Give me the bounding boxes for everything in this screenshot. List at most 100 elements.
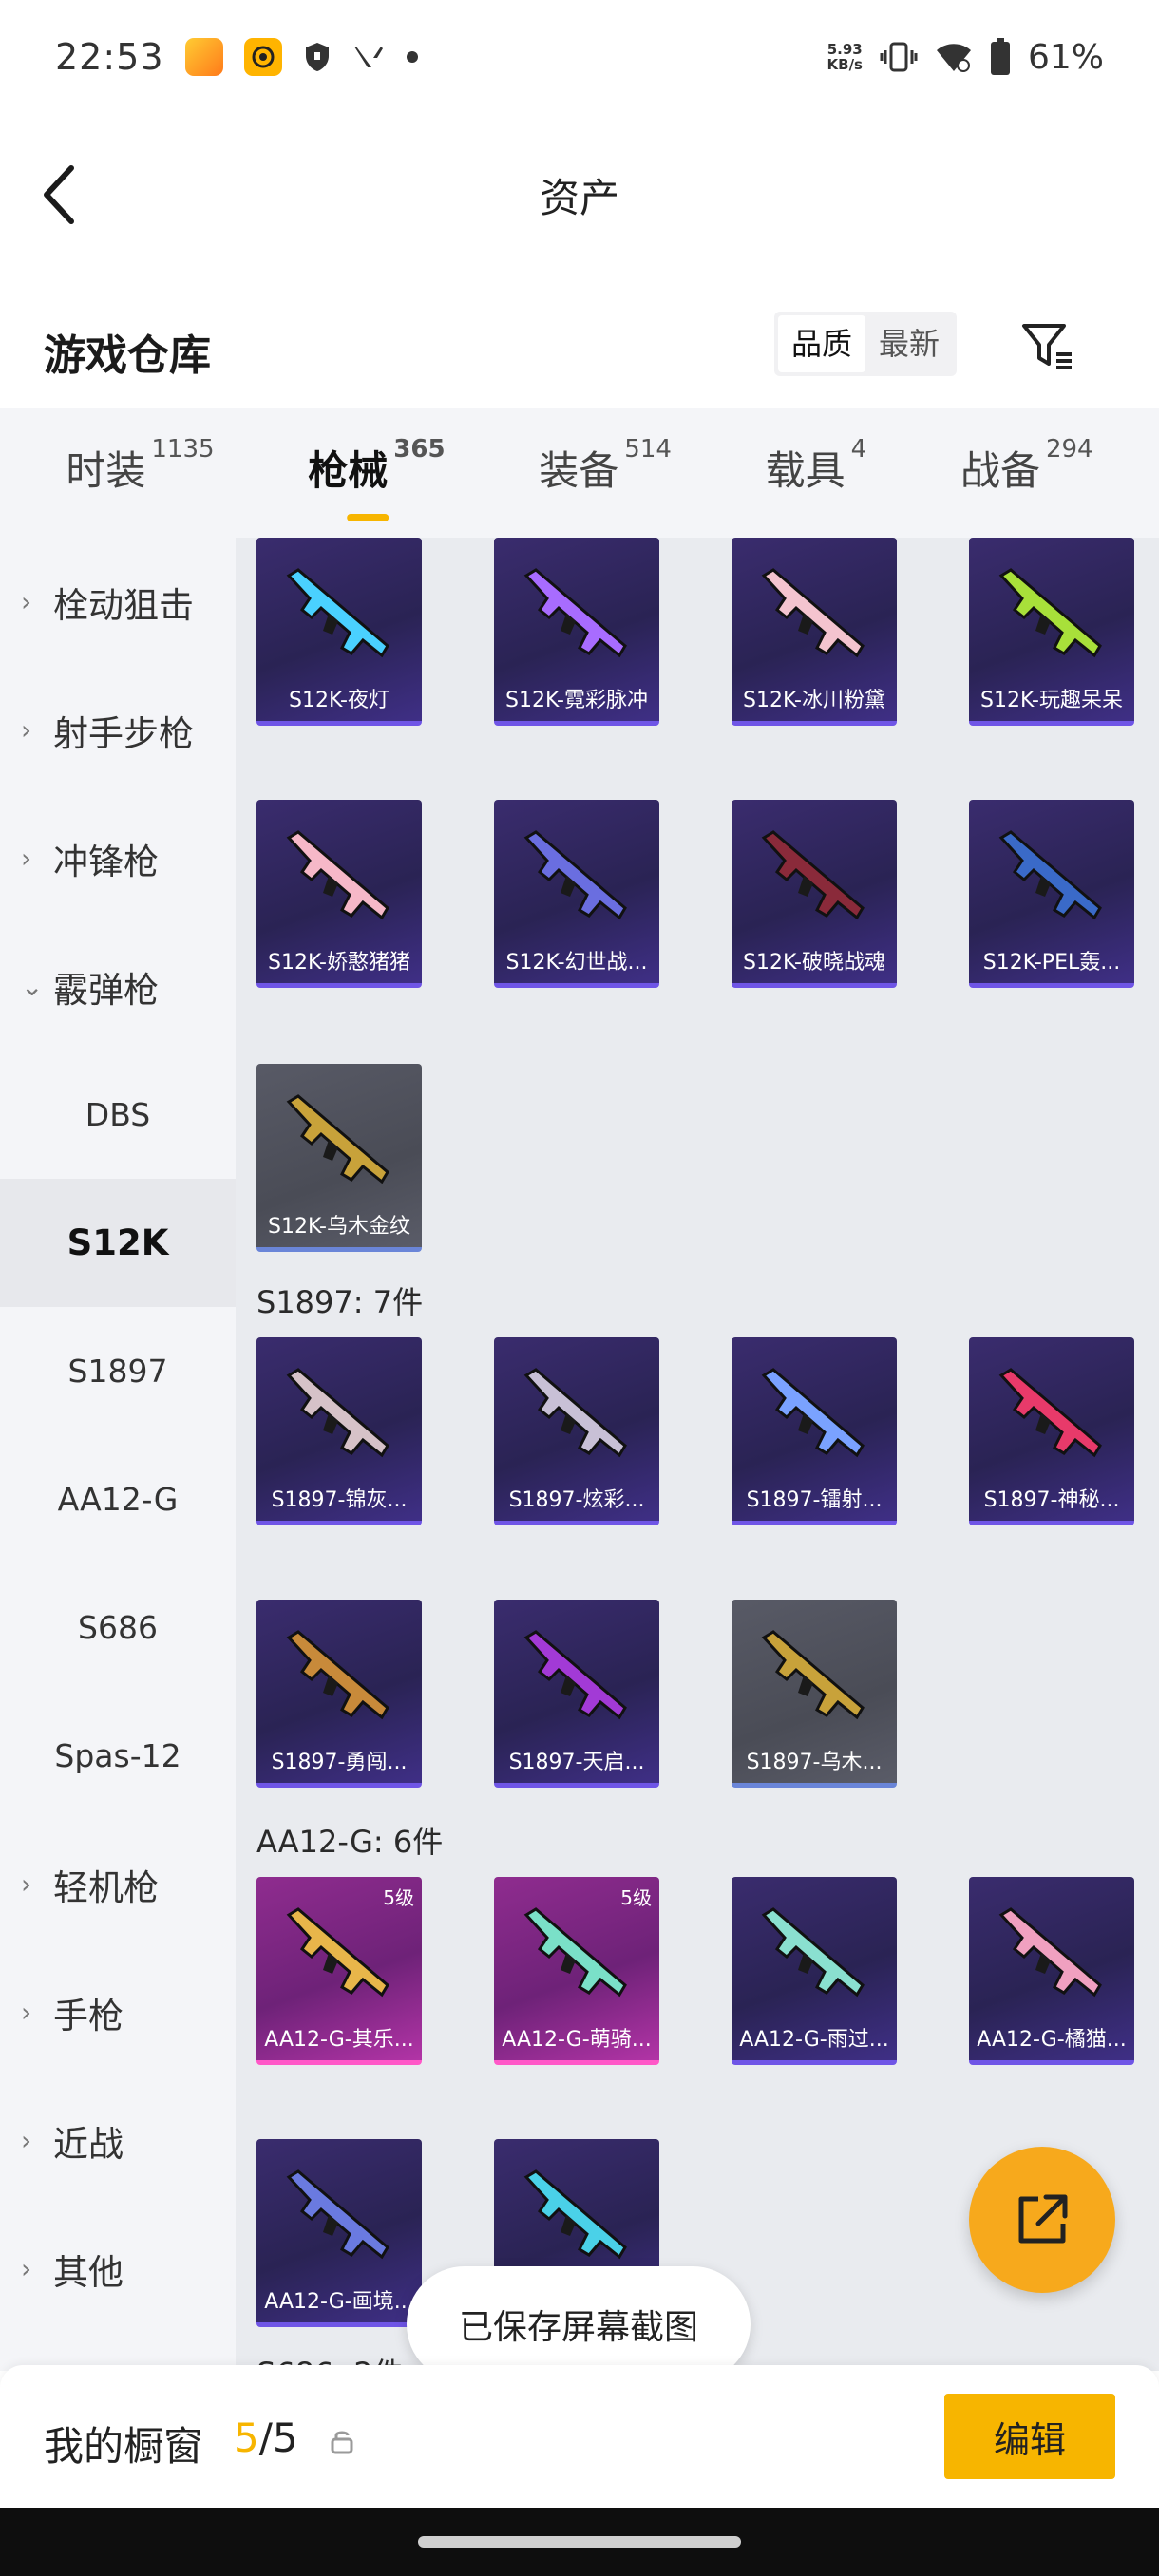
sidebar-item-shotgun[interactable]: ⌄ 霰弹枪 <box>0 922 236 1051</box>
item-card-name: S12K-乌木金纹 <box>267 1215 410 1239</box>
section-title-s1897: S1897: 7件 <box>256 1284 424 1320</box>
filter-button[interactable] <box>1015 313 1081 380</box>
weapon-skin-icon <box>998 830 1102 920</box>
sidebar-item-label: 霰弹枪 <box>53 969 159 1011</box>
chevron-right-icon: › <box>21 586 32 617</box>
item-card[interactable]: S1897-锦灰... <box>256 1337 422 1525</box>
item-card[interactable]: AA12-G-橘猫... <box>969 1877 1134 2065</box>
home-gesture-handle[interactable] <box>418 2536 741 2548</box>
item-card[interactable]: S12K-PEL轰... <box>969 800 1134 988</box>
sidebar-item-spas12[interactable]: Spas-12 <box>0 1692 236 1820</box>
vibrate-icon <box>880 42 918 72</box>
item-card[interactable]: S12K-乌木金纹 <box>256 1064 422 1252</box>
item-card-name: S12K-玩趣呆呆 <box>979 689 1123 712</box>
weapon-skin-icon <box>523 2169 627 2260</box>
tab-fashion[interactable]: 时装 1135 <box>66 435 214 508</box>
item-card[interactable]: S12K-夜灯 <box>256 538 422 726</box>
item-card[interactable]: S1897-勇闯... <box>256 1600 422 1788</box>
chevron-down-icon: ⌄ <box>21 971 44 1002</box>
item-card[interactable]: S12K-冰川粉黛 <box>732 538 897 726</box>
category-tabs: 时装 1135 枪械 365 装备 514 载具 4 战备 294 <box>0 408 1159 538</box>
chevron-right-icon: › <box>21 714 32 746</box>
weapon-skin-icon <box>998 1368 1102 1458</box>
showcase-bar: 我的橱窗 5/5 编辑 <box>0 2365 1159 2508</box>
item-card-name: S12K-夜灯 <box>288 689 390 712</box>
item-card[interactable]: S12K-幻世战... <box>494 800 659 988</box>
sidebar-item-dbs[interactable]: DBS <box>0 1051 236 1179</box>
item-card-name: AA12-G-其乐... <box>264 2028 414 2052</box>
sidebar-item-pistol[interactable]: › 手枪 <box>0 1948 236 2076</box>
item-card[interactable]: S12K-破晓战魂 <box>732 800 897 988</box>
weapon-skin-icon <box>286 830 390 920</box>
weapon-skin-icon <box>761 1368 864 1458</box>
sidebar-item-smg[interactable]: › 冲锋枪 <box>0 794 236 922</box>
item-card[interactable]: S12K-娇憨猪猪 <box>256 800 422 988</box>
warehouse-header: 游戏仓库 品质 最新 <box>0 285 1159 408</box>
item-card[interactable]: 5级 AA12-G-萌骑... <box>494 1877 659 2065</box>
chevron-right-icon: › <box>21 1997 32 2028</box>
item-card-name: S12K-霓彩脉冲 <box>504 689 648 712</box>
showcase-label: 我的橱窗 <box>44 2423 204 2470</box>
net-speed-unit: KB/s <box>826 56 863 73</box>
item-card[interactable]: S12K-霓彩脉冲 <box>494 538 659 726</box>
weapon-skin-icon <box>286 1630 390 1720</box>
weapon-skin-icon <box>998 1907 1102 1998</box>
item-card[interactable]: S12K-玩趣呆呆 <box>969 538 1134 726</box>
item-card[interactable]: S1897-炫彩... <box>494 1337 659 1525</box>
weapon-skin-icon <box>523 1907 627 1998</box>
sidebar-item-bolt-sniper[interactable]: › 栓动狙击 <box>0 538 236 666</box>
edit-button[interactable]: 编辑 <box>944 2394 1115 2479</box>
back-button[interactable] <box>36 161 84 228</box>
level-badge: 5级 <box>620 1886 652 1909</box>
item-card-name: AA12-G-雨过... <box>739 2028 889 2052</box>
share-button[interactable] <box>969 2147 1115 2293</box>
sidebar-item-lmg[interactable]: › 轻机枪 <box>0 1820 236 1948</box>
chevron-right-icon: › <box>21 843 32 874</box>
showcase-count: 5/5 <box>234 2415 298 2461</box>
sidebar-item-s686[interactable]: S686 <box>0 1563 236 1692</box>
sidebar-item-s1897[interactable]: S1897 <box>0 1307 236 1435</box>
item-card-name: S12K-冰川粉黛 <box>742 689 885 712</box>
sort-option-quality[interactable]: 品质 <box>778 315 866 372</box>
item-card-name: AA12-G-橘猫... <box>977 2028 1127 2052</box>
chevron-left-icon <box>44 165 74 224</box>
item-card-name: S12K-破晓战魂 <box>742 951 885 975</box>
page-header: 资产 <box>0 114 1159 275</box>
weapon-skin-icon <box>523 568 627 658</box>
item-card[interactable]: S1897-镭射... <box>732 1337 897 1525</box>
sort-option-latest[interactable]: 最新 <box>865 315 953 372</box>
item-card[interactable]: AA12-G-雨过... <box>732 1877 897 2065</box>
sidebar-item-melee[interactable]: › 近战 <box>0 2076 236 2205</box>
tab-gear[interactable]: 战备 294 <box>960 435 1093 508</box>
sidebar-item-marksman-rifle[interactable]: › 射手步枪 <box>0 666 236 794</box>
tab-vehicles[interactable]: 载具 4 <box>766 435 867 508</box>
wifi-icon <box>936 44 971 72</box>
item-card[interactable]: S1897-神秘... <box>969 1337 1134 1525</box>
sidebar-item-other[interactable]: › 其他 <box>0 2205 236 2333</box>
showcase-current: 5 <box>234 2415 259 2461</box>
item-card-name: S12K-娇憨猪猪 <box>267 951 410 975</box>
weapon-skin-icon <box>523 1630 627 1720</box>
sports-app-icon <box>243 38 282 76</box>
lock-icon <box>331 2431 353 2454</box>
status-time: 22:53 <box>55 36 164 78</box>
item-card-name: S1897-天启... <box>508 1751 645 1774</box>
item-card[interactable]: AA12-G-画境... <box>256 2139 422 2327</box>
chevron-right-icon: › <box>21 1868 32 1900</box>
item-card-name: AA12-G-萌骑... <box>502 2028 652 2052</box>
item-card-name: S1897-勇闯... <box>271 1751 408 1774</box>
tab-equipment[interactable]: 装备 514 <box>539 435 672 508</box>
tab-count: 365 <box>393 434 446 464</box>
sidebar-item-s12k[interactable]: S12K <box>0 1179 236 1307</box>
sidebar-item-aa12g[interactable]: AA12-G <box>0 1435 236 1563</box>
section-title-aa12g: AA12-G: 6件 <box>256 1824 444 1860</box>
sidebar-item-label: 手枪 <box>53 1995 124 2036</box>
dot-icon <box>406 51 418 63</box>
tab-label: 枪械 <box>308 446 389 494</box>
item-card[interactable]: 5级 AA12-G-其乐... <box>256 1877 422 2065</box>
weapon-skin-icon <box>761 1907 864 1998</box>
item-card[interactable]: S1897-天启... <box>494 1600 659 1788</box>
item-card[interactable]: S1897-乌木... <box>732 1600 897 1788</box>
tab-firearms[interactable]: 枪械 365 <box>308 435 445 508</box>
battery-icon <box>990 38 1010 75</box>
